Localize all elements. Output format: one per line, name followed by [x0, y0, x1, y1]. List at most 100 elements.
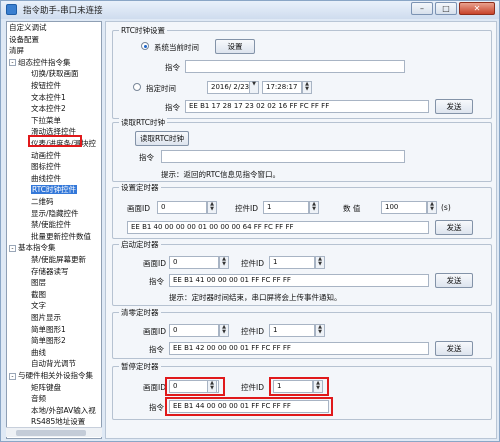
pause-timer-group: 暂停定时器 画面ID 0 ▲ ▼ 控件ID 1 ▲ ▼ 指令 EE B1 44 00… [112, 361, 492, 420]
tree-expander-icon[interactable]: - [9, 372, 16, 380]
tree-item-label: 文本控件2 [31, 104, 66, 114]
tree-item[interactable]: 显示/隐藏控件 [31, 209, 79, 218]
tree-item[interactable]: 图层 [31, 278, 46, 287]
control-id-field[interactable]: 1 [269, 256, 315, 269]
tree-item[interactable]: 设备配置 [9, 35, 39, 44]
cmd-field[interactable] [185, 60, 405, 73]
screen-id-field[interactable]: 0 [169, 324, 219, 337]
specified-time-radio[interactable] [133, 83, 141, 91]
tree-item[interactable]: 二维码 [31, 197, 54, 206]
tree-item[interactable]: - 与硬件相关外设指令集 [9, 371, 93, 380]
title-bar[interactable]: 指令助手-串口未连接 – □ ✕ [1, 1, 499, 19]
system-time-radio[interactable] [141, 42, 149, 50]
tree-item[interactable]: RS485地址设置 [31, 417, 85, 426]
tree-item[interactable]: 禁/使能屏幕更新 [31, 255, 86, 264]
control-id-field[interactable]: 1 [263, 201, 309, 214]
command-tree[interactable]: 自定义调试设备配置清屏 - 组态控件指令集切换/获取画面 按钮控件文本控件1 文本控件2… [6, 21, 102, 439]
tree-item[interactable]: 文字 [31, 301, 46, 310]
control-id-field[interactable]: 1 [269, 324, 315, 337]
tree-item-label: 曲线 [31, 347, 46, 357]
tree-item[interactable]: 文本控件1 [31, 93, 66, 102]
tree-item[interactable]: 批量更新控件数值 [31, 232, 91, 241]
cmd-field[interactable]: EE B1 17 28 17 23 02 02 16 FF FC FF FF [185, 100, 429, 113]
tree-item-label: 下拉菜单 [31, 115, 61, 125]
control-id-label: 控件ID [241, 259, 264, 268]
tree-item[interactable]: RTC时钟控件 [31, 185, 78, 195]
tree-item[interactable]: 图片显示 [31, 313, 61, 322]
screen-id-field[interactable]: 0 [169, 256, 219, 269]
selected-item-highlight [28, 135, 82, 147]
tree-item[interactable]: 曲线控件 [31, 174, 61, 183]
tree-expander-icon[interactable]: - [9, 244, 16, 252]
tree-item-label: 文本控件1 [31, 92, 66, 102]
tree-item[interactable]: 文本控件2 [31, 104, 66, 113]
system-time-label: 系统当前时间 [154, 43, 199, 52]
value-field[interactable]: 100 [381, 201, 427, 214]
scrollbar-thumb[interactable] [16, 430, 86, 436]
set-button[interactable]: 设置 [215, 39, 255, 54]
tree-item[interactable]: 音频 [31, 394, 46, 403]
tree-item[interactable]: 自动背光调节 [31, 359, 76, 368]
tree-item-label: 自动背光调节 [31, 359, 76, 369]
tree-item[interactable]: 曲线 [31, 348, 46, 357]
tree-item[interactable]: 简单图形1 [31, 325, 66, 334]
tree-item-label: 音频 [31, 394, 46, 404]
tree-item-label: 批量更新控件数值 [31, 231, 91, 241]
send-button[interactable]: 发送 [435, 341, 473, 356]
group-title: 设置定时器 [119, 182, 161, 193]
screen-id-spinner[interactable]: ▲ ▼ [219, 324, 229, 337]
screen-id-label: 画面ID [127, 204, 150, 213]
tree-item[interactable]: - 基本指令集 [9, 243, 56, 252]
date-dropdown-icon[interactable]: ▼ [249, 81, 259, 94]
tree-item[interactable]: 切换/获取画面 [31, 69, 79, 78]
control-id-highlight [269, 377, 329, 396]
tree-item[interactable]: 按钮控件 [31, 81, 61, 90]
time-field[interactable]: 17:28:17 [262, 81, 302, 94]
control-id-spinner[interactable]: ▲ ▼ [315, 256, 325, 269]
cmd-field[interactable]: EE B1 40 00 00 00 01 00 00 00 64 FF FC F… [127, 221, 429, 234]
send-button[interactable]: 发送 [435, 99, 473, 114]
tree-item[interactable]: 禁/使能控件 [31, 220, 71, 229]
screen-id-field[interactable]: 0 [157, 201, 207, 214]
tree-item[interactable]: 存储器读写 [31, 267, 69, 276]
control-id-spinner[interactable]: ▲ ▼ [315, 324, 325, 337]
tree-item-label: RS485地址设置 [31, 417, 86, 427]
value-spinner[interactable]: ▲ ▼ [427, 201, 437, 214]
cmd-field[interactable] [161, 150, 405, 163]
specified-time-label: 指定时间 [146, 84, 176, 93]
send-button[interactable]: 发送 [435, 273, 473, 288]
control-id-label: 控件ID [235, 204, 258, 213]
cmd-field[interactable]: EE B1 41 00 00 00 01 FF FC FF FF [169, 274, 429, 287]
tree-item[interactable]: 简单图形2 [31, 336, 66, 345]
tree-item[interactable]: 清屏 [9, 46, 24, 55]
tree-item[interactable]: 矩阵键盘 [31, 383, 61, 392]
tree-item-label: 基本指令集 [18, 243, 56, 253]
close-button[interactable]: ✕ [459, 2, 495, 15]
tree-item-label: 简单图形2 [31, 336, 66, 346]
control-id-label: 控件ID [241, 327, 264, 336]
screen-id-spinner[interactable]: ▲ ▼ [207, 201, 217, 214]
time-spinner[interactable]: ▲ ▼ [302, 81, 312, 94]
tree-item[interactable]: 截图 [31, 290, 46, 299]
read-rtc-button[interactable]: 读取RTC时钟 [135, 131, 189, 146]
cmd-label: 指令 [149, 403, 164, 412]
tree-expander-icon[interactable]: - [9, 59, 16, 67]
start-timer-group: 启动定时器 画面ID 0 ▲ ▼ 控件ID 1 ▲ ▼ 指令 EE B1 41 00… [112, 239, 492, 306]
cmd-field[interactable]: EE B1 42 00 00 00 01 FF FC FF FF [169, 342, 429, 355]
tree-item[interactable]: 图标控件 [31, 162, 61, 171]
tree-item[interactable]: 动画控件 [31, 151, 61, 160]
tree-item-label: 与硬件相关外设指令集 [18, 371, 93, 380]
send-button[interactable]: 发送 [435, 220, 473, 235]
control-id-spinner[interactable]: ▲ ▼ [309, 201, 319, 214]
screen-id-spinner[interactable]: ▲ ▼ [219, 256, 229, 269]
group-title: 暂停定时器 [119, 361, 161, 372]
minimize-button[interactable]: – [411, 2, 433, 15]
cmd-label: 指令 [139, 153, 154, 162]
maximize-button[interactable]: □ [435, 2, 457, 15]
tree-item[interactable]: 自定义调试 [9, 23, 47, 32]
control-id-label: 控件ID [241, 383, 264, 392]
tree-item[interactable]: 下拉菜单 [31, 116, 61, 125]
tree-item[interactable]: 本地/外部AV输入视 [31, 406, 96, 415]
tree-item[interactable]: - 组态控件指令集 [9, 58, 71, 67]
tree-horizontal-scrollbar[interactable] [6, 427, 102, 437]
